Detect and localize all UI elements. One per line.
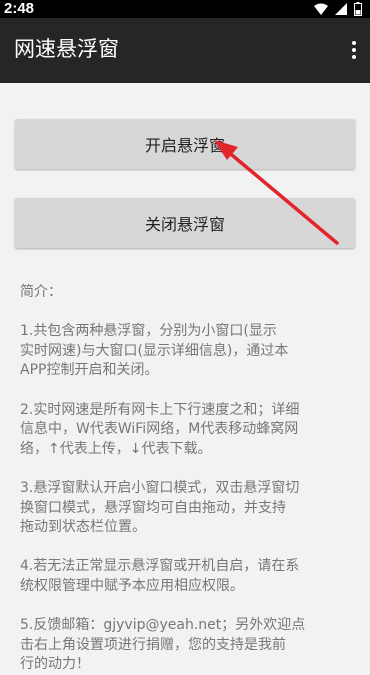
app-bar: 网速悬浮窗 xyxy=(0,18,370,83)
intro-line: 4.若无法正常显示悬浮窗或开机自启，请在系 xyxy=(20,558,300,575)
status-icons xyxy=(314,2,362,16)
battery-icon xyxy=(354,2,362,16)
intro-line: 统权限管理中赋予本应用相应权限。 xyxy=(20,577,244,594)
intro-line: 1.共包含两种悬浮窗，分别为小窗口(显示 xyxy=(20,323,277,340)
intro-line: 2.实时网速是所有网卡上下行速度之和；详细 xyxy=(20,401,300,418)
wifi-icon xyxy=(314,3,328,15)
intro-item-4: 4.若无法正常显示悬浮窗或开机自启，请在系 统权限管理中赋予本应用相应权限。 xyxy=(20,557,352,596)
close-floating-window-button[interactable]: 关闭悬浮窗 xyxy=(15,198,355,248)
status-time: 2:48 xyxy=(4,0,35,17)
intro-item-3: 3.悬浮窗默认开启小窗口模式，双击悬浮窗切 换窗口模式，悬浮窗均可自由拖动，并支… xyxy=(20,479,352,538)
intro-line: 换窗口模式，悬浮窗均可自由拖动，并支持 xyxy=(20,499,286,516)
intro-text: 简介： 1.共包含两种悬浮窗，分别为小窗口(显示 实时网速)与大窗口(显示详细信… xyxy=(20,283,352,675)
intro-line: 5.反馈邮箱：gjyvip@yeah.net；另外欢迎点 xyxy=(20,617,306,634)
intro-line: 行的动力！ xyxy=(20,656,90,673)
intro-line: APP控制开启和关闭。 xyxy=(20,362,159,379)
more-vert-icon[interactable] xyxy=(346,34,362,66)
intro-line: 信息中，W代表WiFi网络，M代表移动蜂窝网 xyxy=(20,421,299,438)
intro-line: 络，↑代表上传，↓代表下载。 xyxy=(20,440,212,457)
intro-line: 拖动到状态栏位置。 xyxy=(20,519,146,536)
intro-line: 实时网速)与大窗口(显示详细信息)，通过本 xyxy=(20,342,289,359)
intro-heading: 简介： xyxy=(20,284,62,300)
open-floating-window-button[interactable]: 开启悬浮窗 xyxy=(15,119,355,169)
intro-item-2: 2.实时网速是所有网卡上下行速度之和；详细 信息中，W代表WiFi网络，M代表移… xyxy=(20,401,352,460)
status-bar: 2:48 xyxy=(0,0,370,18)
app-title: 网速悬浮窗 xyxy=(14,37,119,61)
intro-line: 击右上角设置项进行捐赠，您的支持是我前 xyxy=(20,636,286,653)
intro-item-5: 5.反馈邮箱：gjyvip@yeah.net；另外欢迎点 击右上角设置项进行捐赠… xyxy=(20,616,352,675)
cellular-signal-icon xyxy=(335,3,347,15)
intro-line: 3.悬浮窗默认开启小窗口模式，双击悬浮窗切 xyxy=(20,479,300,496)
intro-item-1: 1.共包含两种悬浮窗，分别为小窗口(显示 实时网速)与大窗口(显示详细信息)，通… xyxy=(20,322,352,381)
